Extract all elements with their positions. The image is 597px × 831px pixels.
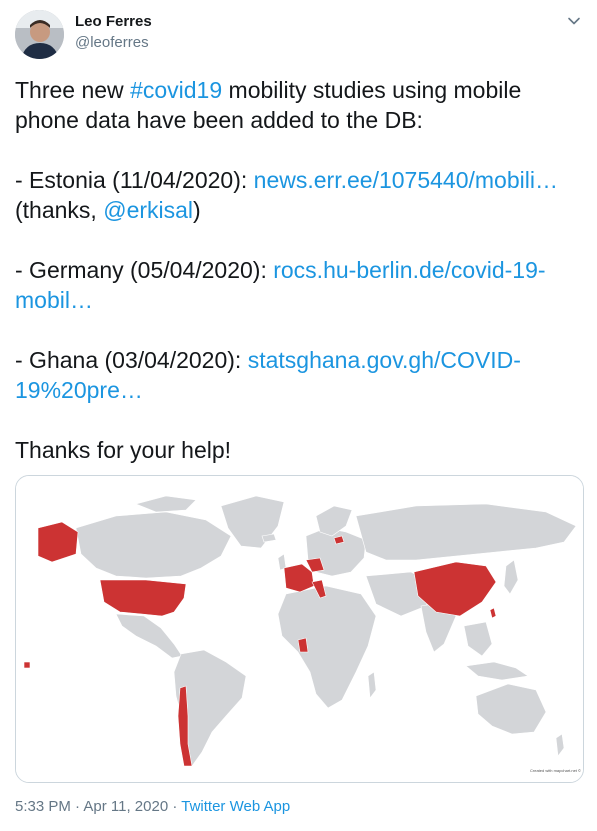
author-handle[interactable]: @leoferres <box>75 34 149 51</box>
intro-text: Three new <box>15 77 131 103</box>
thanks-open: (thanks, <box>15 197 104 223</box>
world-map-image[interactable]: Created with mapchart.net © <box>15 475 584 783</box>
tweet-time[interactable]: 5:33 PM <box>15 798 71 815</box>
map-region-pacific-island <box>23 661 31 669</box>
tweet: Leo Ferres @leoferres Three new #covid19… <box>0 0 597 831</box>
meta-separator: · <box>70 798 84 815</box>
germany-label: - Germany (05/04/2020): <box>15 257 274 283</box>
tweet-text: Three new #covid19 mobility studies usin… <box>15 75 575 465</box>
map-region-ghana <box>297 637 309 653</box>
germany-line: - Germany (05/04/2020): rocs.hu-berlin.d… <box>15 255 575 315</box>
hashtag-link[interactable]: #covid19 <box>130 77 222 103</box>
estonia-label: - Estonia (11/04/2020): <box>15 167 254 193</box>
estonia-line: - Estonia (11/04/2020): news.err.ee/1075… <box>15 165 575 195</box>
tweet-source-link[interactable]: Twitter Web App <box>181 798 290 815</box>
estonia-link[interactable]: news.err.ee/1075440/mobili… <box>254 167 558 193</box>
thanks-close: ) <box>193 197 201 223</box>
chevron-down-icon[interactable] <box>565 12 583 30</box>
intro-paragraph: Three new #covid19 mobility studies usin… <box>15 75 575 135</box>
map-caption: Created with mapchart.net © <box>530 768 581 773</box>
mention-link[interactable]: @erkisal <box>103 197 193 223</box>
closing-line: Thanks for your help! <box>15 437 232 463</box>
ghana-label: - Ghana (03/04/2020): <box>15 347 248 373</box>
tweet-date[interactable]: Apr 11, 2020 <box>83 798 168 815</box>
ghana-line: - Ghana (03/04/2020): statsghana.gov.gh/… <box>15 345 575 405</box>
estonia-thanks: (thanks, @erkisal) <box>15 195 575 225</box>
meta-separator-2: · <box>168 798 182 815</box>
avatar[interactable] <box>15 10 64 59</box>
author-name[interactable]: Leo Ferres <box>75 13 152 30</box>
tweet-meta: 5:33 PM · Apr 11, 2020 · Twitter Web App <box>15 798 290 815</box>
